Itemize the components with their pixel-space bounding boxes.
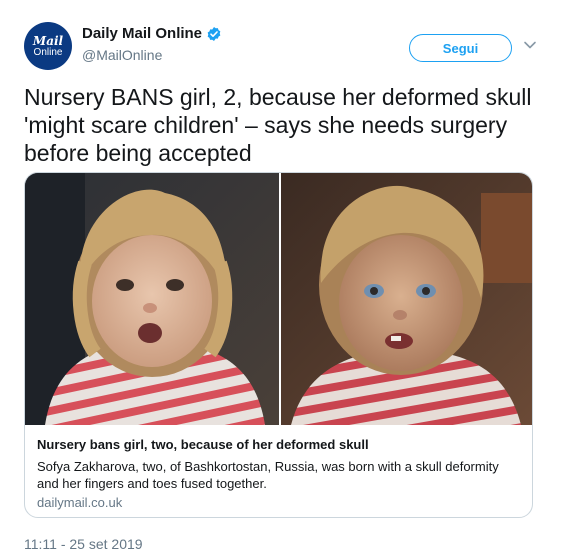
card-photo-right [281, 173, 532, 425]
author-name-row: Daily Mail Online [82, 25, 222, 43]
chevron-down-icon[interactable] [523, 38, 537, 52]
author-display-name[interactable]: Daily Mail Online [82, 25, 202, 43]
link-card[interactable]: Nursery bans girl, two, because of her d… [24, 172, 533, 518]
follow-button[interactable]: Segui [409, 34, 512, 62]
avatar-logo-line2: Online [33, 46, 63, 58]
tweet-text: Nursery BANS girl, 2, because her deform… [24, 84, 532, 166]
tweet: Mail Online Daily Mail Online @MailOnlin… [0, 0, 561, 558]
avatar-logo-line1: Mail [32, 33, 64, 48]
author-handle[interactable]: @MailOnline [82, 47, 162, 64]
verified-badge-icon [207, 27, 221, 41]
card-description: Sofya Zakharova, two, of Bashkortostan, … [37, 459, 499, 491]
tweet-timestamp[interactable]: 11:11 - 25 set 2019 [24, 536, 143, 553]
card-title[interactable]: Nursery bans girl, two, because of her d… [37, 436, 517, 453]
card-domain: dailymail.co.uk [37, 495, 123, 510]
card-photo-left [25, 173, 279, 425]
avatar[interactable]: Mail Online [24, 22, 72, 70]
card-media [25, 173, 532, 425]
